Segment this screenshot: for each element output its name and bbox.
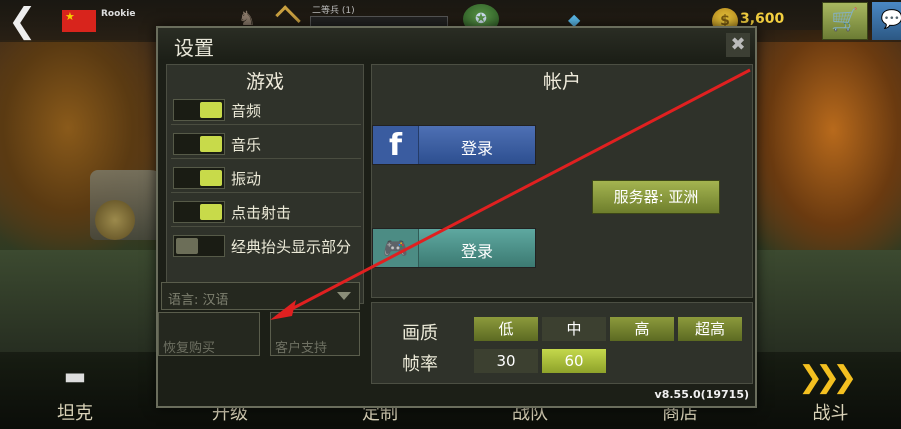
music-label: 音乐: [231, 136, 262, 154]
toggle-row-tap-fire[interactable]: 点击射击: [171, 197, 361, 227]
vibration-toggle[interactable]: [173, 167, 225, 189]
barrel-prop: [95, 200, 135, 240]
music-toggle[interactable]: [173, 133, 225, 155]
coin-balance: 3,600: [740, 11, 785, 27]
facebook-login-button[interactable]: f 登录: [372, 125, 536, 165]
toggle-knob: [200, 170, 222, 186]
back-button[interactable]: ❮: [8, 4, 48, 38]
battle-chevrons-icon: ❯❯❯: [798, 360, 857, 395]
dialog-header: 设置 ✖: [158, 28, 755, 60]
classic-hud-toggle[interactable]: [173, 235, 225, 257]
language-select[interactable]: 语言: 汉语: [161, 282, 360, 310]
vibration-label: 振动: [231, 170, 262, 188]
gamepad-login-button[interactable]: 🎮 登录: [372, 228, 536, 268]
framerate-option-30[interactable]: 30: [474, 349, 538, 373]
chat-button[interactable]: 💬: [872, 2, 901, 40]
tank-icon: ▬: [63, 362, 87, 390]
nav-battle[interactable]: ❯❯❯ 战斗: [760, 352, 901, 429]
toggle-row-music[interactable]: 音乐: [171, 129, 361, 159]
audio-label: 音频: [231, 102, 262, 120]
nav-battle-label: 战斗: [812, 403, 849, 424]
classic-hud-label: 经典抬头显示部分: [231, 238, 352, 256]
account-panel-title: 帐户: [542, 71, 581, 93]
gamepad-icon: 🎮: [373, 229, 419, 267]
gamepad-login-label: 登录: [460, 242, 493, 261]
server-button[interactable]: 服务器: 亚洲: [592, 180, 720, 214]
customer-support-button[interactable]: 客户支持: [270, 312, 360, 356]
framerate-label: 帧率: [402, 354, 438, 375]
quality-option-low[interactable]: 低: [474, 317, 538, 341]
dropdown-arrow-icon: [337, 292, 351, 300]
toggle-knob: [200, 102, 222, 118]
toggle-row-audio[interactable]: 音频: [171, 95, 361, 125]
quality-option-medium[interactable]: 中: [542, 317, 606, 341]
player-rank: Rookie: [101, 9, 136, 19]
quality-option-ultra[interactable]: 超高: [678, 317, 742, 341]
audio-toggle[interactable]: [173, 99, 225, 121]
toggle-knob: [200, 136, 222, 152]
toggle-row-classic-hud[interactable]: 经典抬头显示部分: [171, 231, 361, 261]
toggle-knob: [176, 238, 198, 254]
close-button[interactable]: ✖: [726, 33, 750, 57]
game-panel: 游戏 音频 音乐 振动 点击射击 经典抬头显示部分: [166, 64, 364, 304]
toggle-row-vibration[interactable]: 振动: [171, 163, 361, 193]
quality-option-high[interactable]: 高: [610, 317, 674, 341]
nav-tank[interactable]: ▬ 坦克: [0, 352, 150, 429]
toggle-knob: [200, 204, 222, 220]
version-label: v8.55.0(19715): [654, 388, 749, 401]
tap-fire-label: 点击射击: [231, 204, 292, 222]
framerate-option-60[interactable]: 60: [542, 349, 606, 373]
dialog-title: 设置: [174, 36, 214, 60]
nav-tank-label: 坦克: [57, 403, 93, 424]
game-panel-title: 游戏: [245, 71, 284, 93]
shopping-cart-button[interactable]: 🛒: [822, 2, 868, 40]
language-value: 语言: 汉语: [168, 293, 229, 308]
facebook-login-label: 登录: [460, 139, 493, 158]
restore-purchases-button[interactable]: 恢复购买: [158, 312, 260, 356]
xp-label: 二等兵 (1): [312, 6, 355, 16]
graphics-panel: 画质 帧率 低 中 高 超高 30 60: [371, 302, 753, 384]
china-flag-icon: [62, 10, 96, 32]
quality-label: 画质: [402, 323, 438, 344]
facebook-icon: f: [373, 126, 419, 164]
settings-dialog: 设置 ✖ 游戏 音频 音乐 振动 点击射击 经典抬头显示部分 语言: 汉语 恢复…: [156, 26, 757, 408]
tap-fire-toggle[interactable]: [173, 201, 225, 223]
